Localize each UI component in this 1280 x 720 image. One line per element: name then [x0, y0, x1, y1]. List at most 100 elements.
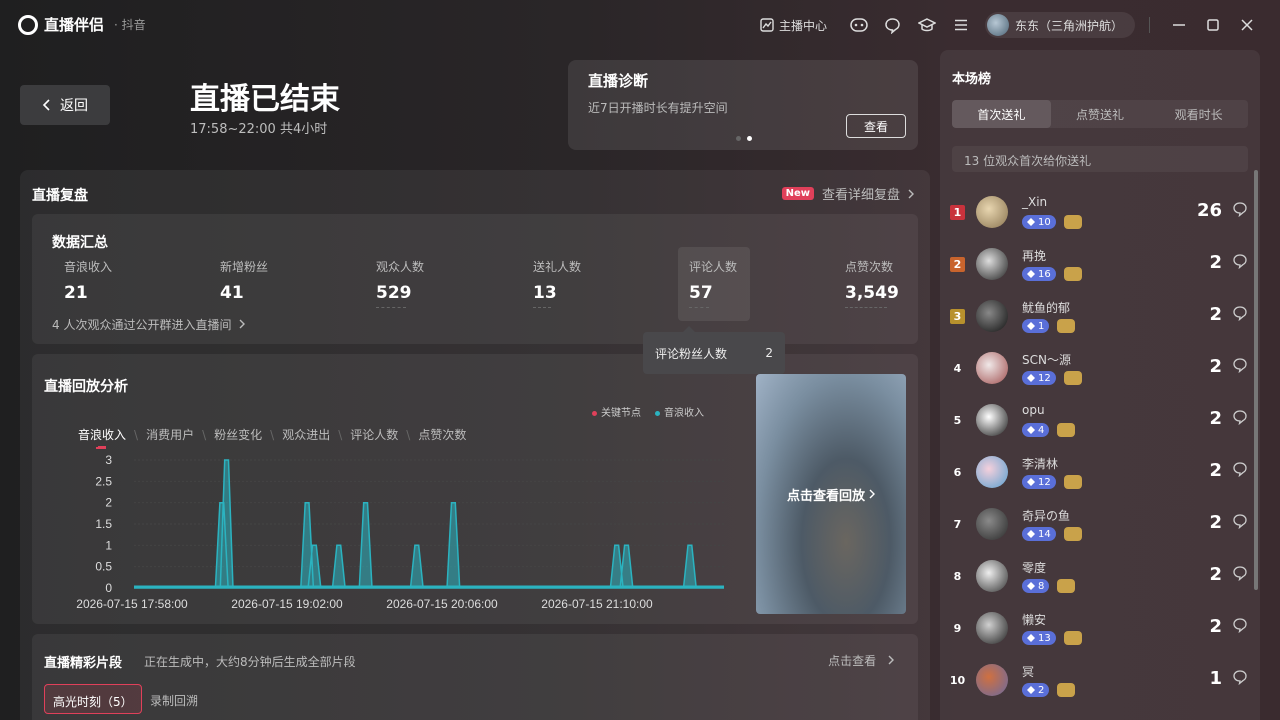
logo-icon: [18, 14, 38, 35]
maximize-button[interactable]: [1196, 0, 1230, 50]
level-value: 16: [1038, 268, 1051, 280]
ranking-row[interactable]: 7 奇异の鱼 14 2: [948, 499, 1248, 551]
user-level-badge: 13: [1022, 631, 1056, 645]
tab-recording-backtrack[interactable]: 录制回溯: [150, 692, 198, 709]
stat-value: 529: [376, 283, 412, 303]
graduation-cap-icon[interactable]: [917, 15, 937, 35]
ranking-row[interactable]: 4 SCN～源 12 2: [948, 343, 1248, 395]
back-button[interactable]: 返回: [20, 85, 110, 125]
comment-icon[interactable]: [1232, 357, 1248, 373]
stat-gifters[interactable]: 送礼人数 13: [533, 258, 653, 308]
tab-fan-change[interactable]: 粉丝变化: [214, 426, 262, 443]
ranking-row[interactable]: 3 鱿鱼的郁 1 2: [948, 291, 1248, 343]
legend-item: 关键节点: [592, 404, 641, 419]
avatar[interactable]: [976, 508, 1008, 540]
menu-icon[interactable]: [951, 15, 971, 35]
viewer-name: 再挽: [1022, 249, 1047, 263]
detail-review-link[interactable]: New 查看详细复盘: [781, 184, 914, 203]
fan-club-badge-icon: [1064, 267, 1082, 281]
page-title: 直播已结束: [190, 82, 340, 117]
tab-first-gift[interactable]: 首次送礼: [952, 100, 1051, 128]
replay-video-thumbnail[interactable]: 点击查看回放: [756, 374, 906, 614]
avatar[interactable]: [976, 612, 1008, 644]
tab-paying-users[interactable]: 消费用户: [146, 426, 194, 443]
viewer-name: SCN～源: [1022, 353, 1071, 367]
user-level-badge: 2: [1022, 683, 1050, 697]
ranking-row[interactable]: 9 懒安 13 2: [948, 603, 1248, 655]
comment-icon[interactable]: [1232, 305, 1248, 321]
diagnosis-view-button[interactable]: 查看: [846, 114, 906, 138]
ranking-row[interactable]: 2 再挽 16 2: [948, 239, 1248, 291]
tab-gift-income[interactable]: 音浪收入: [78, 426, 126, 449]
diamond-icon: [1027, 530, 1035, 538]
ranking-row[interactable]: 10 冥 2 1: [948, 655, 1248, 707]
rank-number: 6: [953, 466, 962, 479]
avatar[interactable]: [976, 300, 1008, 332]
rank-number: 5: [953, 414, 962, 427]
avatar[interactable]: [976, 404, 1008, 436]
stat-commenters[interactable]: 评论人数 57: [689, 258, 809, 308]
tab-watch-time[interactable]: 观看时长: [1149, 100, 1248, 128]
diagnosis-title: 直播诊断: [588, 72, 649, 90]
x-tick-label: 2026-07-15 17:58:00: [76, 597, 188, 611]
streamer-center-label: 主播中心: [778, 18, 827, 33]
replay-title: 直播回放分析: [44, 379, 128, 395]
app-logo: 直播伴侣 · 抖音: [18, 14, 146, 35]
comment-icon[interactable]: [1232, 669, 1248, 685]
comment-icon[interactable]: [1232, 513, 1248, 529]
gift-count: 2: [1209, 512, 1222, 533]
stat-gift-income[interactable]: 音浪收入 21: [64, 258, 184, 303]
gift-count: 2: [1209, 304, 1222, 325]
chevron-right-icon: [239, 319, 246, 329]
ranking-row[interactable]: 5 opu 4 2: [948, 395, 1248, 447]
rank-number: 2: [950, 257, 965, 272]
viewer-name: _Xin: [1022, 195, 1048, 209]
ranking-row[interactable]: 1 _Xin 10 26: [948, 187, 1248, 239]
gift-count: 2: [1209, 564, 1222, 585]
carousel-dot[interactable]: [736, 136, 741, 141]
tab-highlights[interactable]: 高光时刻（5）: [44, 684, 142, 714]
new-badge: New: [781, 187, 814, 200]
minimize-button[interactable]: [1162, 0, 1196, 50]
ranking-row[interactable]: 8 零度 8 2: [948, 551, 1248, 603]
rank-number: 8: [953, 570, 962, 583]
comment-icon[interactable]: [1232, 253, 1248, 269]
chevron-right-icon: [869, 489, 875, 499]
comment-icon[interactable]: [1232, 201, 1248, 217]
clips-view-link[interactable]: 点击查看: [828, 652, 894, 669]
user-level-badge: 8: [1022, 579, 1050, 593]
carousel-dots[interactable]: [736, 136, 752, 141]
avatar[interactable]: [976, 248, 1008, 280]
tab-viewer-flow[interactable]: 观众进出: [282, 426, 330, 443]
avatar[interactable]: [976, 456, 1008, 488]
tab-like-gift[interactable]: 点赞送礼: [1051, 100, 1150, 128]
streamer-center-link[interactable]: 主播中心: [760, 17, 827, 34]
comment-icon[interactable]: [1232, 409, 1248, 425]
ranking-row[interactable]: 6 李清林 12 2: [948, 447, 1248, 499]
fan-club-badge-icon: [1064, 475, 1082, 489]
carousel-dot-active[interactable]: [747, 136, 752, 141]
avatar[interactable]: [976, 352, 1008, 384]
stat-viewers[interactable]: 观众人数 529: [376, 258, 496, 308]
message-icon[interactable]: [883, 15, 903, 35]
tab-commenters[interactable]: 评论人数: [350, 426, 398, 443]
close-button[interactable]: [1230, 0, 1264, 50]
y-tick-label: 1: [105, 538, 112, 552]
avatar[interactable]: [976, 560, 1008, 592]
stat-new-fans[interactable]: 新增粉丝 41: [220, 258, 340, 303]
highlight-clips-card: 直播精彩片段 正在生成中，大约8分钟后生成全部片段 点击查看 高光时刻（5） 录…: [32, 634, 918, 720]
comment-icon[interactable]: [1232, 565, 1248, 581]
x-tick-label: 2026-07-15 20:06:00: [386, 597, 498, 611]
comment-icon[interactable]: [1232, 461, 1248, 477]
axis-marker: [98, 446, 106, 448]
comment-icon[interactable]: [1232, 617, 1248, 633]
tab-likes[interactable]: 点赞次数: [418, 426, 466, 443]
group-entry-note[interactable]: 4 人次观众通过公开群进入直播间: [52, 316, 246, 333]
scrollbar[interactable]: [1254, 170, 1258, 590]
avatar[interactable]: [976, 664, 1008, 696]
avatar[interactable]: [976, 196, 1008, 228]
user-profile-chip[interactable]: 东东（三角洲护航）: [984, 12, 1135, 38]
gamepad-icon[interactable]: [849, 15, 869, 35]
stat-value: 57: [689, 283, 713, 303]
chart-legend: 关键节点 音浪收入: [592, 404, 704, 419]
